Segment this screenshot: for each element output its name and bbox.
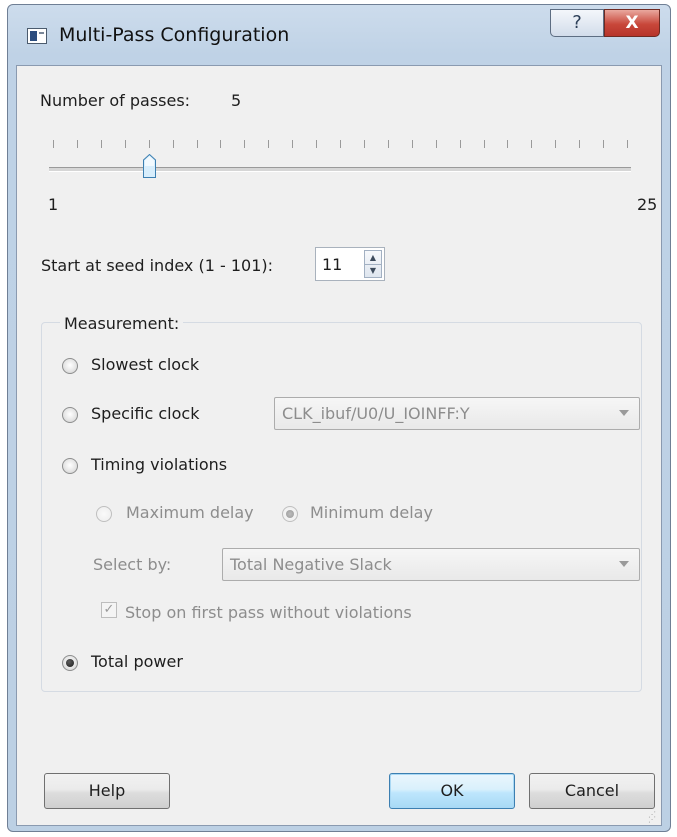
slider-tick — [364, 140, 365, 148]
resize-grip-icon[interactable]: ⋰ ⋰ — [648, 811, 658, 824]
slowest-clock-label[interactable]: Slowest clock — [91, 355, 199, 374]
question-mark-icon: ? — [572, 12, 582, 33]
radio-selected-dot — [286, 510, 294, 518]
passes-label: Number of passes: — [40, 91, 191, 110]
slider-tick — [484, 140, 485, 148]
spin-buttons: ▲ ▼ — [364, 250, 382, 278]
slider-tick — [268, 140, 269, 148]
slider-tick — [531, 140, 532, 148]
minimum-delay-label[interactable]: Minimum delay — [310, 503, 433, 522]
up-arrow-icon[interactable]: ▲ — [365, 251, 381, 265]
passes-value: 5 — [231, 91, 242, 110]
slider-tick — [412, 140, 413, 148]
measurement-title: Measurement: — [60, 314, 184, 333]
clock-select-value: CLK_ibuf/U0/U_IOINFF:Y — [282, 404, 470, 423]
seed-label: Start at seed index (1 - 101): — [41, 256, 273, 275]
specific-clock-radio[interactable] — [62, 407, 78, 423]
slider-tick — [173, 140, 174, 148]
slider-tick — [197, 140, 198, 148]
total-power-radio[interactable] — [62, 655, 78, 671]
slider-tick — [244, 140, 245, 148]
stop-on-first-label[interactable]: Stop on first pass without violations — [125, 603, 412, 622]
slider-tick — [101, 140, 102, 148]
help-button[interactable]: Help — [44, 773, 170, 809]
slider-tick — [125, 140, 126, 148]
title-bar[interactable]: Multi-Pass Configuration ? X — [8, 5, 670, 65]
select-by-label: Select by: — [93, 555, 172, 574]
slider-track[interactable] — [49, 167, 631, 172]
slider-thumb[interactable] — [143, 154, 156, 178]
timing-violations-radio[interactable] — [62, 458, 78, 474]
cancel-button[interactable]: Cancel — [529, 773, 655, 809]
passes-slider[interactable] — [49, 140, 631, 190]
dialog-window-icon — [27, 28, 47, 44]
close-button[interactable]: X — [604, 9, 660, 37]
minimum-delay-radio[interactable] — [282, 506, 298, 522]
slider-tick — [460, 140, 461, 148]
slider-tick — [77, 140, 78, 148]
select-by-value: Total Negative Slack — [230, 555, 392, 574]
slider-tick — [340, 140, 341, 148]
close-icon: X — [625, 13, 639, 33]
slider-tick — [292, 140, 293, 148]
slider-tick — [507, 140, 508, 148]
maximum-delay-radio[interactable] — [96, 506, 112, 522]
slider-min-label: 1 — [48, 195, 59, 214]
maximum-delay-label[interactable]: Maximum delay — [126, 503, 254, 522]
total-power-label[interactable]: Total power — [91, 652, 183, 671]
chevron-down-icon — [619, 410, 629, 416]
help-title-button[interactable]: ? — [550, 9, 604, 37]
seed-value[interactable]: 11 — [322, 255, 342, 274]
slider-tick — [627, 140, 628, 148]
slider-tick — [316, 140, 317, 148]
slider-tick — [220, 140, 221, 148]
slowest-clock-radio[interactable] — [62, 358, 78, 374]
stop-on-first-checkbox[interactable]: ✓ — [101, 602, 117, 618]
ok-button[interactable]: OK — [389, 773, 515, 809]
checkmark-icon: ✓ — [103, 602, 115, 617]
slider-tick — [603, 140, 604, 148]
slider-max-label: 25 — [637, 195, 658, 214]
radio-selected-dot — [66, 659, 74, 667]
timing-violations-label[interactable]: Timing violations — [91, 455, 227, 474]
slider-tick — [555, 140, 556, 148]
dialog-client-area: Number of passes: 5 1 25 Start at seed i… — [16, 65, 662, 826]
seed-spinbox[interactable]: 11 ▲ ▼ — [315, 247, 385, 281]
chevron-down-icon — [619, 561, 629, 567]
slider-tick — [436, 140, 437, 148]
down-arrow-icon[interactable]: ▼ — [365, 264, 381, 277]
select-by-select[interactable]: Total Negative Slack — [222, 548, 640, 581]
slider-tick — [149, 140, 150, 148]
specific-clock-label[interactable]: Specific clock — [91, 404, 199, 423]
slider-tick — [579, 140, 580, 148]
window-title: Multi-Pass Configuration — [59, 24, 290, 46]
clock-select[interactable]: CLK_ibuf/U0/U_IOINFF:Y — [274, 397, 640, 430]
slider-tick — [53, 140, 54, 148]
slider-tick — [388, 140, 389, 148]
dialog-window: Multi-Pass Configuration ? X Number of p… — [7, 4, 671, 832]
